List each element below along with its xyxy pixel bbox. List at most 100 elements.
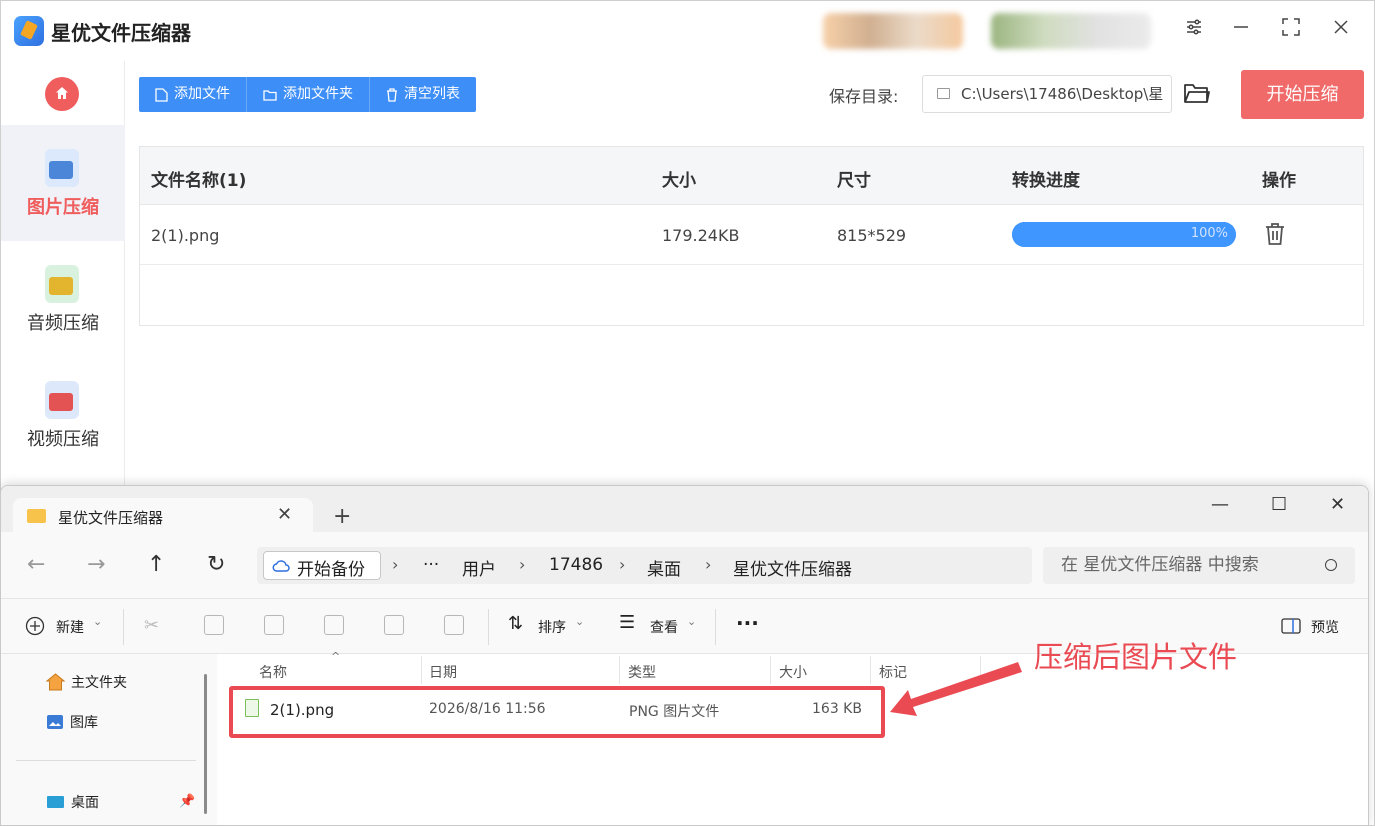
new-button[interactable]: 新建 — [56, 617, 84, 637]
nav-desktop[interactable]: 桌面 — [46, 792, 99, 812]
preview-pane-icon — [1281, 618, 1301, 634]
breadcrumb-17486[interactable]: 17486 — [549, 555, 603, 575]
file-table: 文件名称(1) 大小 尺寸 转换进度 操作 2(1).png 179.24KB … — [139, 146, 1364, 326]
sidebar-item-label: 音频压缩 — [27, 313, 99, 334]
new-tab-icon[interactable]: + — [333, 504, 351, 529]
cloud-icon — [272, 560, 290, 572]
clear-list-button[interactable]: 清空列表 — [370, 77, 476, 112]
progress-label: 100% — [1190, 226, 1228, 241]
nav-home-folder[interactable]: 主文件夹 — [46, 672, 127, 692]
breadcrumb-app-folder[interactable]: 星优文件压缩器 — [733, 555, 852, 580]
pin-icon[interactable]: 📌 — [179, 794, 195, 809]
maximize-icon[interactable] — [1276, 15, 1306, 45]
breadcrumb-backup: 开始备份 — [297, 560, 365, 580]
explorer-minimize-icon[interactable]: — — [1211, 494, 1229, 515]
forward-icon[interactable]: → — [87, 552, 105, 577]
delete-row-icon[interactable] — [1264, 222, 1286, 246]
sort-icon: ⇅ — [508, 613, 524, 634]
start-compress-button[interactable]: 开始压缩 — [1241, 70, 1364, 119]
breadcrumb-desktop[interactable]: 桌面 — [647, 555, 681, 580]
add-folder-label: 添加文件夹 — [283, 86, 353, 102]
nav-gallery[interactable]: 图库 — [46, 712, 98, 732]
preview-button[interactable]: 预览 — [1311, 617, 1339, 637]
col-header-name[interactable]: 名称 — [259, 662, 287, 682]
add-folder-button[interactable]: 添加文件夹 — [247, 77, 370, 112]
home-button[interactable] — [45, 77, 79, 111]
desktop-icon — [47, 796, 64, 808]
sidebar-item-video-compress[interactable]: 视频压缩 — [1, 357, 125, 473]
column-divider[interactable] — [770, 656, 771, 684]
app-title: 星优文件压缩器 — [51, 21, 191, 45]
file-size-cell: 179.24KB — [662, 226, 740, 245]
up-icon[interactable]: ↑ — [147, 552, 165, 577]
col-header-size: 大小 — [662, 171, 696, 191]
search-icon — [1325, 559, 1337, 571]
delete-icon[interactable] — [444, 615, 464, 635]
app-logo-icon — [14, 16, 44, 46]
sidebar-item-label: 视频压缩 — [27, 429, 99, 450]
share-icon[interactable] — [384, 615, 404, 635]
save-dir-field[interactable]: C:\Users\17486\Desktop\星 — [922, 75, 1172, 113]
col-header-date[interactable]: 日期 — [429, 662, 457, 682]
back-icon[interactable]: ← — [27, 552, 45, 577]
search-input[interactable]: 在 星优文件压缩器 中搜索 — [1043, 547, 1355, 584]
home-folder-icon — [46, 673, 65, 691]
explorer-tab[interactable]: 星优文件压缩器 ✕ — [13, 498, 313, 534]
divider — [123, 609, 124, 645]
close-icon[interactable] — [1326, 15, 1356, 45]
chevron-down-icon: ⌄ — [93, 615, 103, 628]
column-divider[interactable] — [870, 656, 871, 684]
chevron-right-icon: › — [705, 555, 712, 574]
minimize-icon[interactable] — [1226, 15, 1256, 45]
settings-icon[interactable] — [1179, 15, 1209, 45]
nav-label: 桌面 — [71, 795, 99, 811]
explorer-file-list: ^ 名称 日期 类型 大小 标记 2(1).png 2026/8/16 11:5… — [217, 650, 1368, 825]
browse-folder-icon[interactable] — [1183, 81, 1211, 107]
add-file-button[interactable]: 添加文件 — [139, 77, 247, 112]
save-dir-label: 保存目录: — [829, 87, 899, 106]
breadcrumb-users[interactable]: 用户 — [462, 555, 496, 580]
backup-button[interactable]: 开始备份 — [263, 551, 381, 580]
chevron-right-icon: › — [392, 555, 399, 574]
paste-icon[interactable] — [264, 615, 284, 635]
file-icon — [155, 87, 168, 102]
sort-ascending-icon: ^ — [331, 650, 341, 663]
col-header-progress: 转换进度 — [1012, 171, 1080, 191]
new-icon — [25, 616, 45, 636]
video-compress-icon — [45, 381, 79, 419]
explorer-close-icon[interactable]: ✕ — [1330, 494, 1345, 515]
address-bar[interactable]: 开始备份 › ··· 用户 › 17486 › 桌面 › 星优文件压缩器 — [257, 547, 1032, 584]
col-header-size[interactable]: 大小 — [779, 662, 807, 682]
column-divider[interactable] — [421, 656, 422, 684]
folder-outline-icon — [937, 88, 950, 99]
more-options-button[interactable]: ··· — [736, 611, 759, 635]
copy-icon[interactable] — [204, 615, 224, 635]
col-header-tags[interactable]: 标记 — [879, 662, 907, 682]
breadcrumb-more[interactable]: ··· — [423, 555, 439, 575]
app-titlebar: 星优文件压缩器 — [1, 1, 1374, 61]
nav-label: 主文件夹 — [71, 675, 127, 691]
col-header-type[interactable]: 类型 — [628, 662, 656, 682]
refresh-icon[interactable]: ↻ — [207, 552, 225, 577]
audio-compress-icon — [45, 265, 79, 303]
blurred-account-info — [991, 13, 1151, 49]
search-placeholder: 在 星优文件压缩器 中搜索 — [1061, 555, 1259, 575]
col-header-name: 文件名称(1) — [151, 171, 247, 191]
col-header-dimensions: 尺寸 — [837, 171, 871, 191]
sidebar-item-image-compress[interactable]: 图片压缩 — [1, 125, 125, 241]
view-icon: ☰ — [619, 612, 636, 633]
rename-icon[interactable] — [324, 615, 344, 635]
nav-pane-scrollbar[interactable] — [204, 674, 207, 814]
trash-icon — [387, 87, 397, 102]
explorer-maximize-icon[interactable]: ☐ — [1271, 494, 1287, 515]
sidebar-item-audio-compress[interactable]: 音频压缩 — [1, 241, 125, 357]
sort-button[interactable]: 排序 — [538, 617, 566, 637]
close-tab-icon[interactable]: ✕ — [277, 504, 292, 525]
add-file-label: 添加文件 — [174, 86, 230, 102]
cut-icon[interactable]: ✂ — [144, 615, 164, 636]
column-divider[interactable] — [619, 656, 620, 684]
table-row[interactable]: 2(1).png 179.24KB 815*529 100% — [140, 205, 1363, 265]
view-button[interactable]: 查看 — [650, 617, 678, 637]
column-divider[interactable] — [980, 656, 981, 684]
divider — [16, 760, 196, 761]
